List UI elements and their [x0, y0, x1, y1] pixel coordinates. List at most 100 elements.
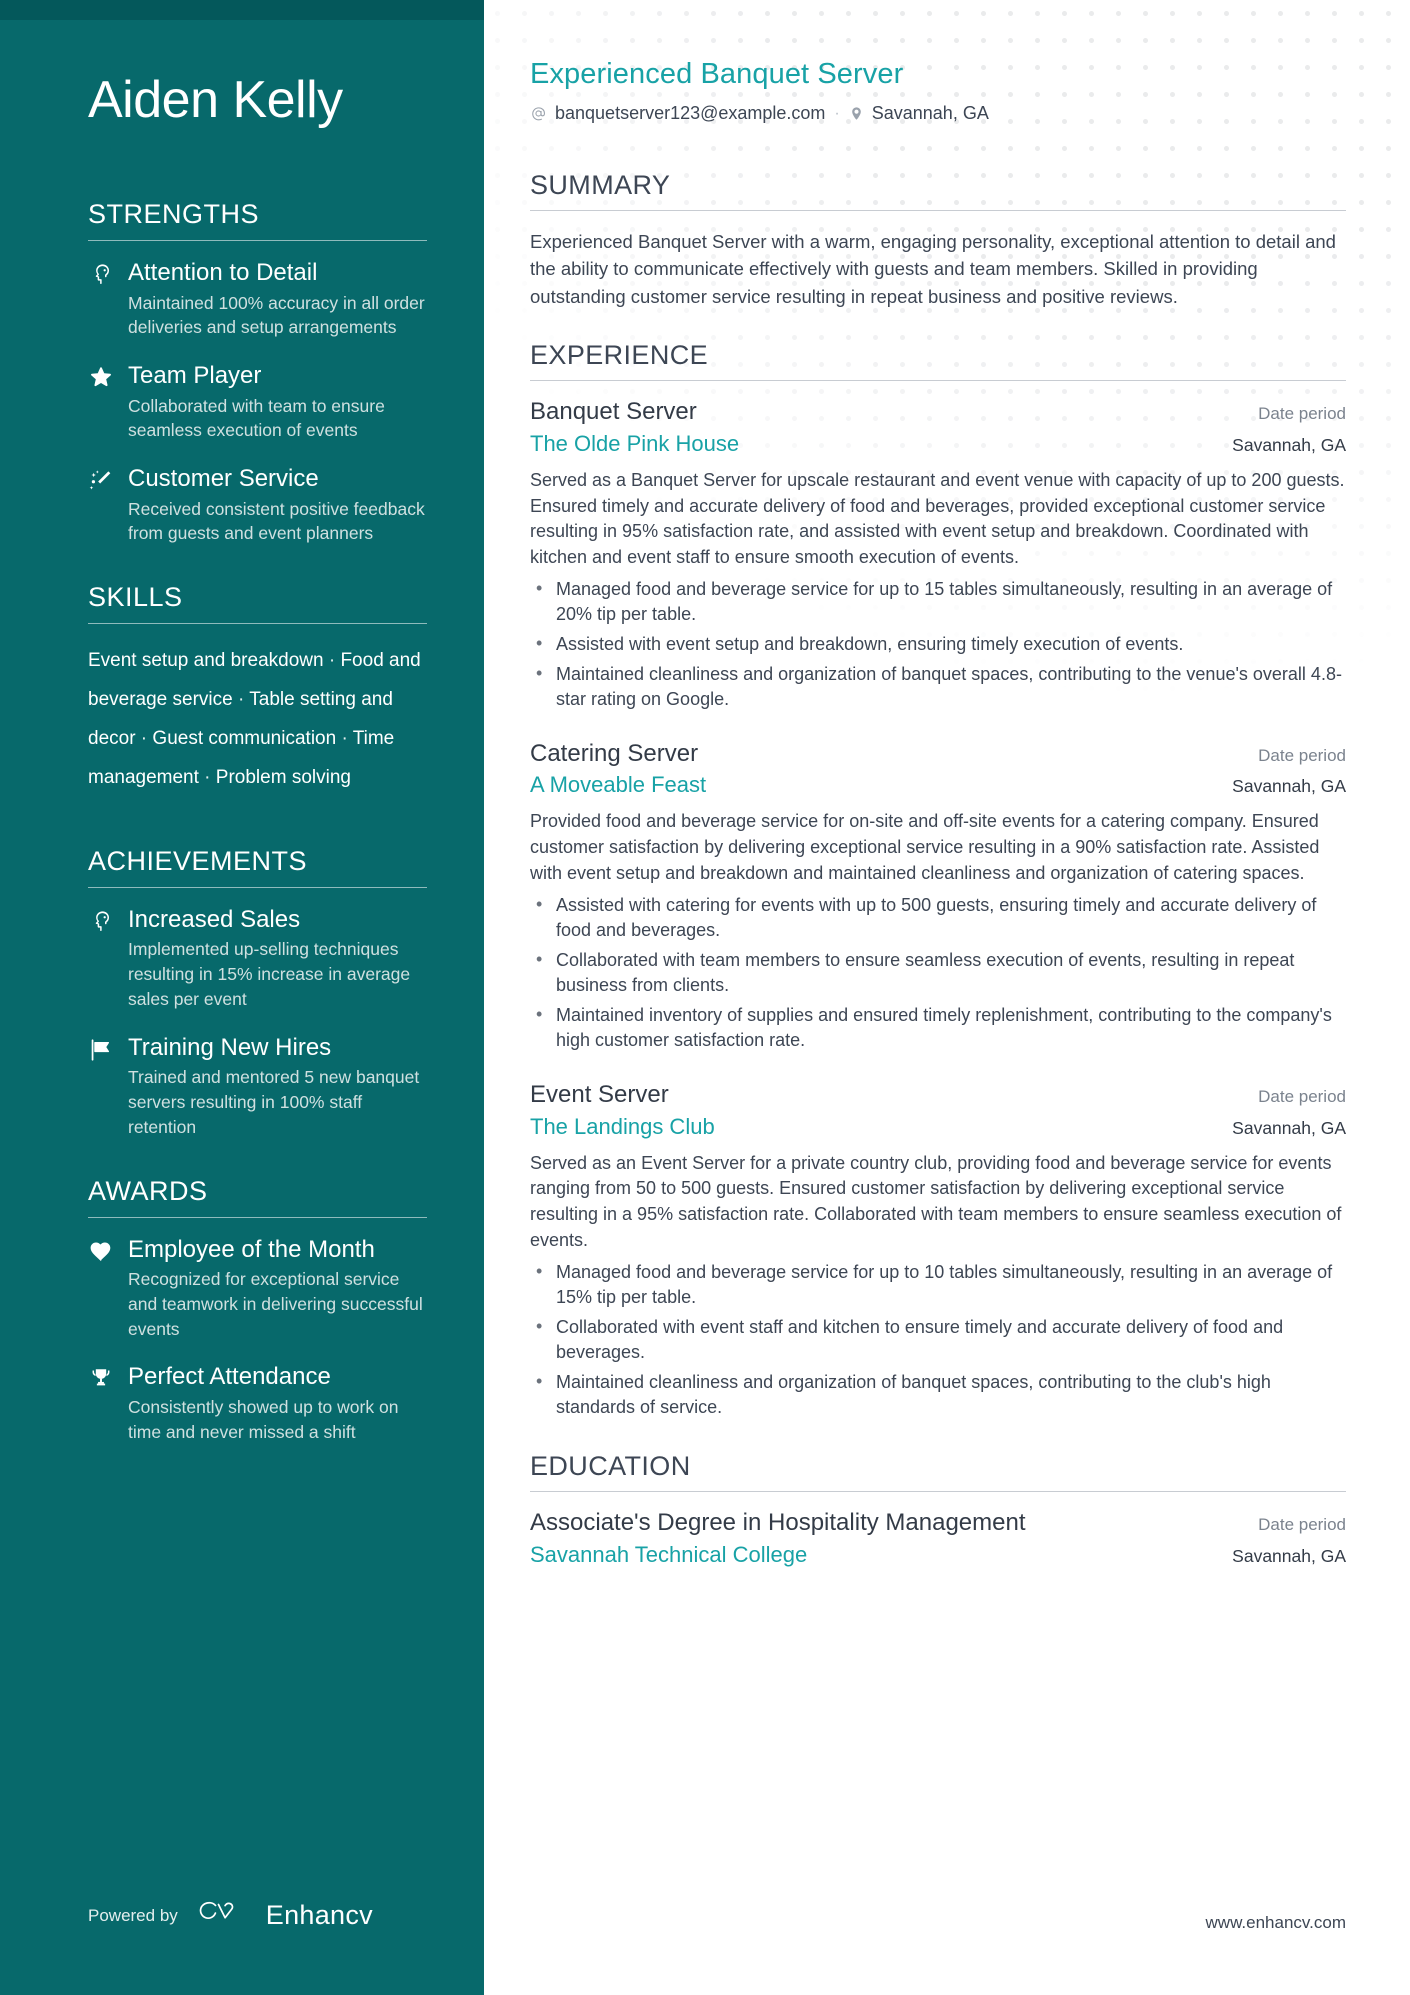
section-divider [530, 210, 1346, 211]
mind-head-icon [88, 909, 118, 935]
job-role: Catering Server [530, 739, 699, 767]
entry-header-row: Event Server Date period [530, 1081, 1346, 1110]
job-role: Banquet Server [530, 398, 697, 426]
job-bullet-list: Managed food and beverage service for up… [530, 576, 1346, 713]
strength-item: Team Player Collaborated with team to en… [88, 362, 428, 443]
job-location: Savannah, GA [1232, 1117, 1346, 1138]
entry-company-row: The Landings Club Savannah, GA [530, 1114, 1346, 1140]
website-url[interactable]: www.enhancv.com [1206, 1913, 1346, 1933]
experience-title: EXPERIENCE [530, 340, 709, 371]
entry-company-row: A Moveable Feast Savannah, GA [530, 772, 1346, 798]
candidate-name: Aiden Kelly [88, 71, 343, 129]
job-bullet: Managed food and beverage service for up… [530, 1259, 1346, 1311]
job-bullet: Collaborated with team members to ensure… [530, 947, 1346, 999]
skills-title: SKILLS [88, 582, 183, 613]
education-section: EDUCATION Associate's Degree in Hospital… [530, 1451, 1346, 1568]
date-period: Date period [1258, 1514, 1346, 1534]
skill-separator: · [198, 767, 216, 788]
strength-item: Attention to Detail Maintained 100% accu… [88, 259, 428, 340]
resume-page: Aiden Kelly STRENGTHS Attention to Detai… [0, 0, 1410, 1995]
award-title: Perfect Attendance [128, 1363, 331, 1391]
flag-icon [88, 1037, 118, 1063]
summary-text: Experienced Banquet Server with a warm, … [530, 231, 1336, 307]
awards-title: AWARDS [88, 1175, 208, 1206]
skill-item: Problem solving [215, 767, 351, 788]
experience-entry: Banquet Server Date period The Olde Pink H… [530, 398, 1346, 712]
achievement-description: Implemented up-selling techniques result… [128, 939, 411, 1009]
job-bullet: Maintained cleanliness and organization … [530, 1369, 1346, 1421]
experience-entry: Event Server Date period The Landings Club… [530, 1081, 1346, 1421]
education-entry: Associate's Degree in Hospitality Manage… [530, 1509, 1346, 1568]
award-item: Employee of the Month Recognized for exc… [88, 1236, 428, 1342]
section-divider [88, 240, 427, 242]
strength-title: Customer Service [128, 465, 319, 493]
award-description: Consistently showed up to work on time a… [128, 1396, 399, 1442]
mind-head-icon [88, 262, 118, 288]
contact-separator: · [834, 104, 840, 122]
skills-list: Event setup and breakdown · Food and bev… [88, 642, 428, 798]
achievements-section: ACHIEVEMENTS Increased Sales Implemented… [88, 846, 428, 1140]
entry-school-row: Savannah Technical College Savannah, GA [530, 1542, 1346, 1568]
achievement-title: Training New Hires [128, 1033, 332, 1061]
job-description: Provided food and beverage service for o… [530, 811, 1320, 883]
strengths-title: STRENGTHS [88, 199, 260, 230]
award-item: Perfect Attendance Consistently showed u… [88, 1363, 428, 1444]
skills-section: SKILLS Event setup and breakdown · Food … [88, 582, 428, 798]
main-content: Experienced Banquet Server banquetserver… [484, 0, 1410, 1995]
summary-section: SUMMARY Experienced Banquet Server with … [530, 170, 1346, 310]
job-bullet: Maintained cleanliness and organization … [530, 660, 1346, 713]
school-location: Savannah, GA [1232, 1545, 1346, 1566]
job-headline: Experienced Banquet Server [530, 58, 904, 90]
contact-line: banquetserver123@example.com · Savannah,… [530, 103, 1346, 124]
entry-company-row: The Olde Pink House Savannah, GA [530, 431, 1346, 457]
section-divider [88, 1216, 427, 1218]
email-contact[interactable]: banquetserver123@example.com [530, 103, 825, 124]
strengths-section: STRENGTHS Attention to Detail Maintained… [88, 199, 428, 546]
achievement-description: Trained and mentored 5 new banquet serve… [128, 1067, 420, 1137]
sidebar: Aiden Kelly STRENGTHS Attention to Detai… [0, 0, 484, 1995]
company-name: A Moveable Feast [530, 772, 707, 798]
strength-title: Team Player [128, 362, 262, 390]
job-bullet: Managed food and beverage service for up… [530, 576, 1346, 628]
job-bullet-list: Managed food and beverage service for up… [530, 1259, 1346, 1421]
job-bullet-list: Assisted with catering for events with u… [530, 892, 1346, 1054]
job-description: Served as an Event Server for a private … [530, 1152, 1342, 1250]
section-divider [530, 1490, 1346, 1492]
section-divider [88, 886, 427, 888]
job-role: Event Server [530, 1080, 669, 1108]
job-location: Savannah, GA [1232, 776, 1346, 797]
achievement-title: Increased Sales [128, 905, 301, 933]
job-location: Savannah, GA [1232, 434, 1346, 455]
experience-section: EXPERIENCE Banquet Server Date period The … [530, 340, 1346, 1421]
sparkle-wand-icon [88, 468, 118, 494]
company-name: The Olde Pink House [530, 430, 740, 456]
job-bullet: Collaborated with event staff and kitche… [530, 1314, 1346, 1366]
award-title: Employee of the Month [128, 1235, 375, 1263]
sidebar-top-accent-bar [0, 0, 484, 20]
section-divider [88, 623, 427, 625]
achievements-title: ACHIEVEMENTS [88, 845, 308, 876]
powered-by-label: Powered by [88, 1905, 178, 1925]
skill-item: Guest communication [152, 728, 337, 750]
skill-item: Event setup and breakdown [88, 650, 324, 672]
achievement-item: Increased Sales Implemented up-selling t… [88, 906, 428, 1012]
enhancv-brand-label: Enhancv [265, 1900, 373, 1930]
enhancv-cv-logo-icon [194, 1898, 250, 1933]
job-bullet: Assisted with catering for events with u… [530, 892, 1346, 944]
awards-section: AWARDS Employee of the Month Recognized … [88, 1176, 428, 1445]
location-text: Savannah, GA [871, 103, 989, 123]
school-name: Savannah Technical College [530, 1541, 808, 1567]
section-divider [530, 380, 1346, 382]
trophy-icon [88, 1366, 118, 1392]
job-bullet: Assisted with event setup and breakdown,… [530, 631, 1346, 658]
heart-icon [88, 1239, 118, 1265]
sidebar-footer: Powered by Enhancv [88, 1898, 373, 1933]
entry-header-row: Catering Server Date period [530, 740, 1346, 769]
job-bullet: Maintained inventory of supplies and ens… [530, 1002, 1346, 1054]
company-name: The Landings Club [530, 1113, 715, 1139]
star-icon [88, 365, 118, 391]
skill-separator: · [336, 728, 353, 750]
strength-item: Customer Service Received consistent pos… [88, 465, 428, 546]
strength-description: Received consistent positive feedback fr… [128, 498, 425, 544]
at-sign-icon [530, 105, 547, 122]
